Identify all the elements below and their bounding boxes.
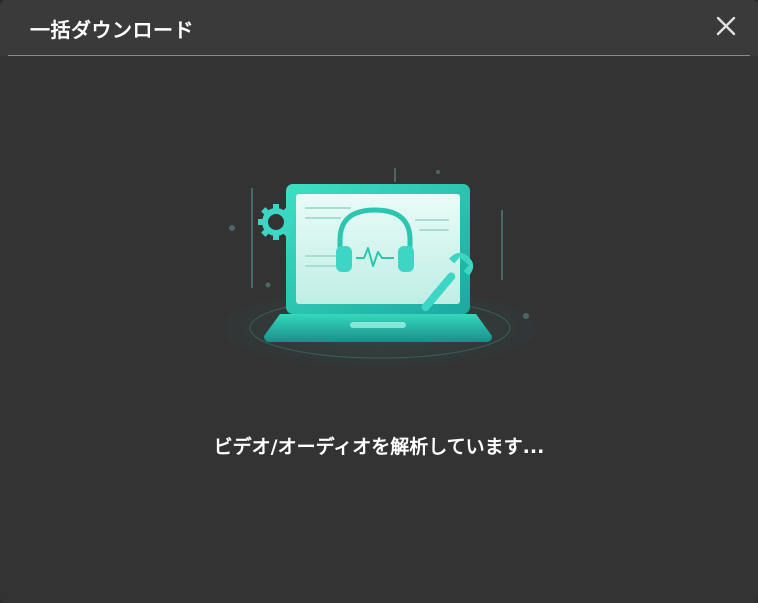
batch-download-dialog: 一括ダウンロード ビデオ/オーディオを解析しています...	[0, 0, 758, 603]
title-bar: 一括ダウンロード	[0, 0, 758, 56]
dialog-title: 一括ダウンロード	[30, 18, 194, 42]
title-divider	[8, 55, 750, 56]
analysis-status-text: ビデオ/オーディオを解析しています...	[213, 436, 545, 458]
close-icon	[716, 16, 736, 36]
laptop-headphones-repair-illustration	[224, 168, 536, 368]
close-button[interactable]	[712, 12, 740, 40]
